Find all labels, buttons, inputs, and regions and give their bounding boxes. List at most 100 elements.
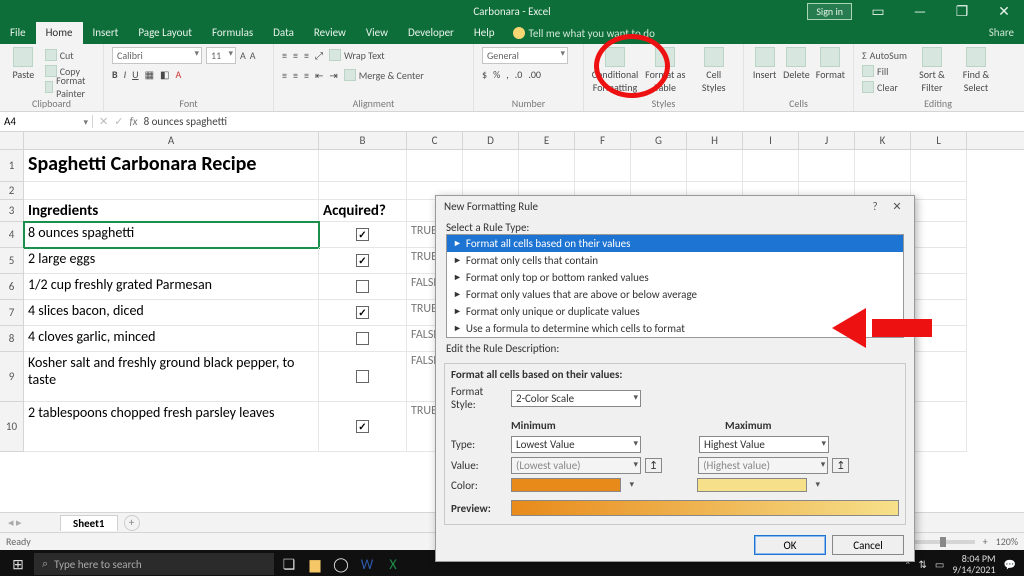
row-header[interactable]: 7	[0, 300, 24, 326]
cell[interactable]: Spaghetti Carbonara Recipe	[24, 150, 319, 182]
tray-wifi-icon[interactable]: ⇅	[919, 558, 927, 571]
cell[interactable]	[575, 150, 631, 182]
cell[interactable]	[319, 274, 407, 300]
cell[interactable]	[799, 150, 855, 182]
font-name-select[interactable]: Calibri	[112, 47, 202, 64]
col-B[interactable]: B	[319, 132, 407, 149]
cell[interactable]: 2 tablespoons chopped fresh parsley leav…	[24, 402, 319, 452]
taskbar-search[interactable]: ⌕Type here to search	[34, 553, 274, 575]
cell[interactable]	[743, 150, 799, 182]
orientation-icon[interactable]: ⤢	[315, 49, 323, 62]
cell[interactable]: 8 ounces spaghetti	[24, 222, 319, 248]
sort-filter-button[interactable]: Sort &Filter	[913, 47, 951, 93]
cell[interactable]	[911, 182, 967, 200]
cell[interactable]	[319, 150, 407, 182]
task-view-icon[interactable]: ❏	[278, 553, 300, 575]
maximize-icon[interactable]: ❐	[946, 3, 978, 20]
cell[interactable]	[911, 326, 967, 352]
quick-undo-icon[interactable]	[28, 2, 46, 20]
tab-home[interactable]: Home	[36, 22, 83, 44]
signin-button[interactable]: Sign in	[807, 3, 852, 20]
tab-developer[interactable]: Developer	[398, 22, 464, 44]
row-header[interactable]: 9	[0, 352, 24, 402]
cell[interactable]: 1/2 cup freshly grated Parmesan	[24, 274, 319, 300]
chrome-icon[interactable]: ◯	[330, 553, 352, 575]
cell[interactable]	[319, 300, 407, 326]
cell[interactable]	[319, 402, 407, 452]
cell[interactable]	[631, 150, 687, 182]
dialog-help-icon[interactable]: ?	[864, 200, 886, 213]
col-H[interactable]: H	[687, 132, 743, 149]
min-type-select[interactable]: Lowest Value	[511, 436, 641, 453]
tab-formulas[interactable]: Formulas	[202, 22, 263, 44]
merge-center-button[interactable]: Merge & Center	[344, 67, 424, 83]
indent-inc-icon[interactable]: ⇥	[329, 69, 337, 82]
tab-nav-icons[interactable]: ◂ ▸	[8, 516, 22, 529]
col-I[interactable]: I	[743, 132, 799, 149]
tray-battery-icon[interactable]: ▭	[935, 558, 944, 571]
align-bottom-icon[interactable]: ≡	[304, 49, 309, 62]
cell[interactable]	[911, 402, 967, 452]
col-J[interactable]: J	[799, 132, 855, 149]
checkbox[interactable]	[356, 370, 369, 383]
ok-button[interactable]: OK	[754, 535, 826, 555]
row-header[interactable]: 3	[0, 200, 24, 222]
border-button[interactable]: ▦	[145, 68, 154, 81]
cancel-button[interactable]: Cancel	[832, 535, 904, 555]
notifications-icon[interactable]: 💬	[1004, 558, 1016, 571]
cell[interactable]	[911, 222, 967, 248]
wrap-text-button[interactable]: Wrap Text	[329, 47, 385, 63]
excel-icon[interactable]: X	[382, 553, 404, 575]
formula-input[interactable]: 8 ounces spaghetti	[144, 115, 227, 128]
align-right-icon[interactable]: ≡	[304, 69, 309, 82]
inc-decimal-icon[interactable]: .0	[515, 68, 523, 81]
col-D[interactable]: D	[463, 132, 519, 149]
cell[interactable]	[519, 150, 575, 182]
clear-button[interactable]: Clear	[862, 79, 907, 95]
max-type-select[interactable]: Highest Value	[699, 436, 829, 453]
format-style-select[interactable]: 2-Color Scale	[511, 390, 641, 407]
row-header[interactable]: 1	[0, 150, 24, 182]
row-header[interactable]: 5	[0, 248, 24, 274]
font-color-button[interactable]: A	[175, 68, 181, 81]
zoom-slider[interactable]	[905, 540, 975, 544]
row-header[interactable]: 2	[0, 182, 24, 200]
tab-view[interactable]: View	[356, 22, 398, 44]
row-header[interactable]: 6	[0, 274, 24, 300]
col-E[interactable]: E	[519, 132, 575, 149]
indent-dec-icon[interactable]: ⇤	[315, 69, 323, 82]
cell[interactable]	[319, 222, 407, 248]
cell[interactable]: 4 slices bacon, diced	[24, 300, 319, 326]
autosum-button[interactable]: ΣAutoSum	[862, 47, 907, 63]
cell[interactable]	[911, 352, 967, 402]
cell[interactable]	[407, 150, 463, 182]
grow-font-icon[interactable]: A	[240, 47, 246, 63]
row-header[interactable]: 4	[0, 222, 24, 248]
align-center-icon[interactable]: ≡	[293, 69, 298, 82]
explorer-icon[interactable]: ▆	[304, 553, 326, 575]
add-sheet-button[interactable]: +	[124, 515, 140, 531]
cell[interactable]: Acquired?	[319, 200, 407, 222]
accounting-icon[interactable]: $	[482, 68, 487, 81]
cell[interactable]	[911, 274, 967, 300]
checkbox[interactable]	[356, 228, 369, 241]
col-F[interactable]: F	[575, 132, 631, 149]
select-all-corner[interactable]	[0, 132, 24, 150]
cell-styles-button[interactable]: CellStyles	[693, 47, 736, 93]
minimize-icon[interactable]: —	[904, 3, 936, 20]
cell[interactable]	[855, 150, 911, 182]
format-painter-button[interactable]: Format Painter	[45, 79, 95, 95]
format-cells-button[interactable]: Format	[816, 47, 845, 80]
max-value-input[interactable]: (Highest value)	[698, 457, 828, 474]
dec-decimal-icon[interactable]: .00	[528, 68, 541, 81]
underline-button[interactable]: U	[132, 68, 138, 81]
checkbox[interactable]	[356, 306, 369, 319]
tab-insert[interactable]: Insert	[83, 22, 129, 44]
checkbox[interactable]	[356, 280, 369, 293]
col-K[interactable]: K	[855, 132, 911, 149]
font-size-select[interactable]: 11	[206, 47, 236, 64]
align-top-icon[interactable]: ≡	[282, 49, 287, 62]
cancel-formula-icon[interactable]: ✕	[99, 115, 108, 128]
tab-file[interactable]: File	[0, 22, 36, 44]
tab-help[interactable]: Help	[464, 22, 505, 44]
